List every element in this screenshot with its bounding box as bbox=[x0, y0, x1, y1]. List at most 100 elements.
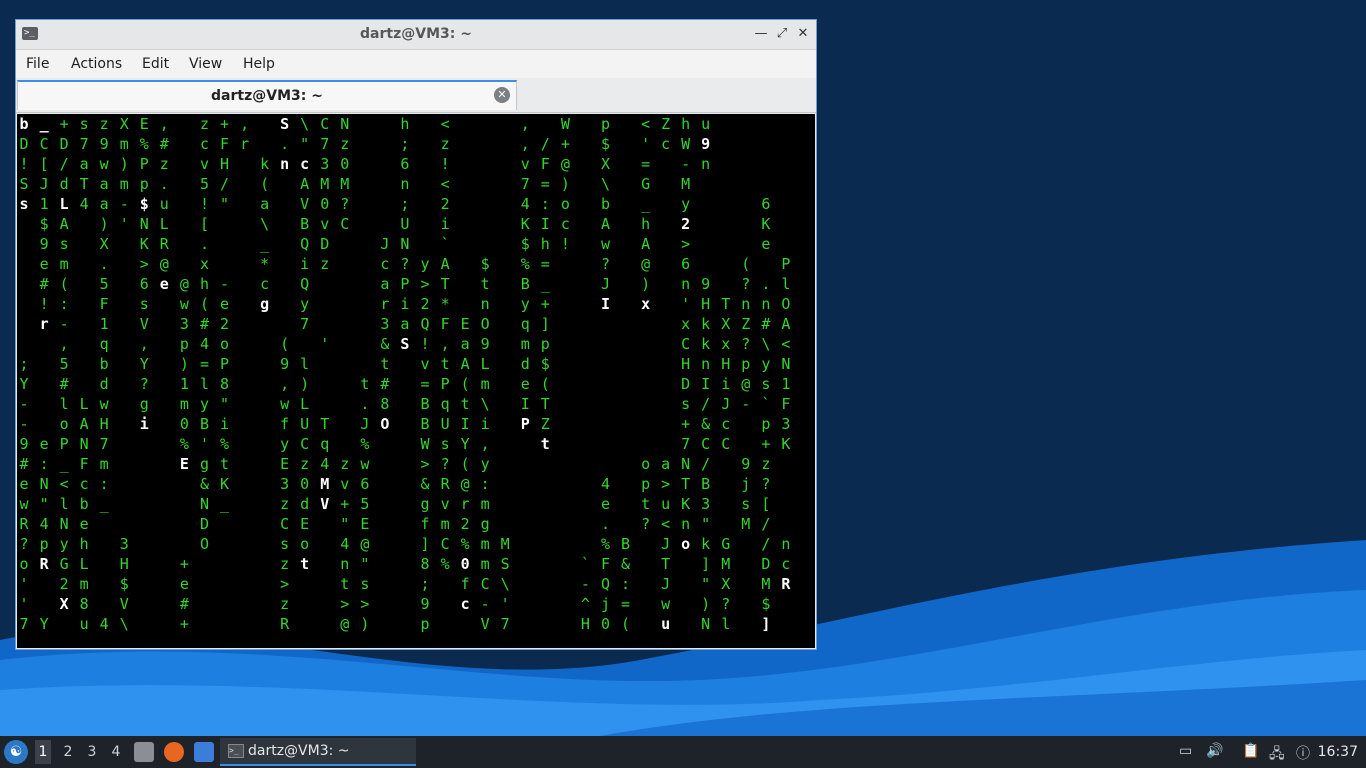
matrix-char: ? bbox=[340, 195, 349, 213]
matrix-char: @ bbox=[461, 475, 470, 493]
matrix-char: $ bbox=[761, 595, 770, 613]
matrix-char: O bbox=[781, 295, 790, 313]
workspace-3[interactable]: 3 bbox=[84, 744, 100, 760]
matrix-char: ) bbox=[561, 175, 570, 193]
matrix-char: ? bbox=[140, 375, 149, 393]
matrix-char: u bbox=[701, 115, 710, 133]
matrix-char: t bbox=[380, 355, 389, 373]
menu-edit[interactable]: Edit bbox=[142, 56, 169, 72]
matrix-char: k bbox=[701, 335, 710, 353]
minimize-icon[interactable]: — bbox=[752, 25, 770, 43]
matrix-rain-text: b _ + s z X E, z +, S \ C Nh <, Wp < Zh uD C D 7 9 m% # c Fr. " 7 z;… bbox=[19, 115, 791, 633]
menu-view[interactable]: View bbox=[189, 56, 222, 72]
matrix-char: N bbox=[400, 235, 409, 253]
matrix-char: + bbox=[541, 295, 550, 313]
matrix-char: Y bbox=[461, 435, 470, 453]
volume-icon[interactable]: 🔊 bbox=[1206, 743, 1223, 759]
matrix-char: % bbox=[441, 555, 450, 573]
file-manager-icon[interactable] bbox=[134, 742, 154, 762]
maximize-icon[interactable]: ⤢ bbox=[773, 25, 791, 43]
window-titlebar[interactable]: >_ dartz@VM3: ~ — ⤢ ✕ bbox=[16, 20, 816, 50]
matrix-char: , bbox=[521, 135, 530, 153]
clipboard-icon[interactable]: 📋 bbox=[1242, 743, 1259, 759]
matrix-char: o bbox=[681, 535, 690, 553]
matrix-char: p bbox=[180, 335, 189, 353]
matrix-char: 8 bbox=[420, 555, 429, 573]
matrix-char: C bbox=[40, 135, 49, 153]
matrix-char: 1 bbox=[100, 315, 109, 333]
matrix-char: F bbox=[80, 455, 89, 473]
taskbar-terminal-item[interactable]: >_ dartz@VM3: ~ bbox=[220, 738, 416, 766]
matrix-char: . bbox=[100, 255, 109, 273]
matrix-char: 3 bbox=[380, 315, 389, 333]
terminal-window[interactable]: >_ dartz@VM3: ~ — ⤢ ✕ File Actions Edit … bbox=[15, 19, 817, 650]
notification-icon[interactable]: ⓘ bbox=[1296, 743, 1310, 763]
matrix-char: , bbox=[240, 115, 249, 133]
menu-file[interactable]: File bbox=[26, 56, 49, 72]
matrix-char: s bbox=[681, 395, 690, 413]
matrix-char: O bbox=[200, 535, 209, 553]
matrix-char: . bbox=[761, 275, 770, 293]
matrix-char: [ bbox=[200, 215, 209, 233]
matrix-char: ` bbox=[761, 395, 770, 413]
matrix-char: 9 bbox=[100, 135, 109, 153]
matrix-char: G bbox=[641, 175, 650, 193]
matrix-char: A bbox=[781, 315, 790, 333]
clock[interactable]: 16:37 bbox=[1318, 744, 1358, 760]
matrix-char: a bbox=[100, 195, 109, 213]
matrix-char: _ bbox=[260, 235, 270, 253]
show-desktop-icon[interactable] bbox=[194, 742, 214, 762]
matrix-char: _ bbox=[40, 115, 50, 133]
matrix-char: \ bbox=[481, 395, 490, 413]
matrix-char: C bbox=[701, 435, 710, 453]
matrix-char: D bbox=[320, 235, 329, 253]
matrix-char: e bbox=[180, 575, 189, 593]
workspace-4[interactable]: 4 bbox=[108, 744, 124, 760]
firefox-icon[interactable] bbox=[164, 742, 184, 762]
matrix-char: W bbox=[681, 135, 691, 153]
matrix-char: @ bbox=[641, 255, 650, 273]
workspace-1[interactable]: 1 bbox=[35, 740, 51, 764]
tab-terminal[interactable]: dartz@VM3: ~ ✕ bbox=[17, 80, 517, 110]
matrix-char: j bbox=[601, 595, 610, 613]
menu-help[interactable]: Help bbox=[243, 56, 275, 72]
matrix-char: w bbox=[601, 235, 611, 253]
matrix-char: w bbox=[100, 155, 110, 173]
matrix-char: ( bbox=[741, 255, 750, 273]
matrix-char: ? bbox=[761, 475, 770, 493]
matrix-char: , bbox=[160, 115, 169, 133]
matrix-char: N bbox=[60, 515, 69, 533]
menu-actions[interactable]: Actions bbox=[71, 56, 122, 72]
matrix-char: ` bbox=[441, 235, 450, 253]
matrix-char: S bbox=[501, 555, 510, 573]
matrix-char: C bbox=[481, 575, 490, 593]
matrix-char: ) bbox=[180, 355, 189, 373]
close-icon[interactable]: ✕ bbox=[794, 25, 812, 43]
workspace-2[interactable]: 2 bbox=[60, 744, 76, 760]
matrix-char: 9 bbox=[741, 455, 750, 473]
battery-icon[interactable]: ▭ bbox=[1179, 743, 1192, 759]
matrix-char: @ bbox=[180, 275, 189, 293]
matrix-char: F bbox=[781, 395, 790, 413]
start-menu-icon[interactable]: ☯ bbox=[4, 740, 28, 764]
matrix-char: I bbox=[541, 215, 550, 233]
network-icon[interactable]: 🖧 bbox=[1269, 743, 1285, 767]
matrix-char: J bbox=[380, 235, 389, 253]
matrix-char: c bbox=[661, 135, 670, 153]
matrix-char: . bbox=[160, 175, 169, 193]
matrix-char: - bbox=[741, 395, 750, 413]
matrix-char: $ bbox=[521, 235, 530, 253]
matrix-char: R bbox=[441, 475, 451, 493]
matrix-char: w bbox=[360, 455, 370, 473]
terminal-output[interactable]: b _ + s z X E, z +, S \ C Nh <, Wp < Zh u D C D 7 9 m% # c Fr. " 7 z;… bbox=[17, 114, 815, 648]
matrix-char: [ bbox=[761, 495, 770, 513]
matrix-char: 5 bbox=[60, 355, 69, 373]
matrix-char: $ bbox=[40, 215, 49, 233]
matrix-char: q bbox=[521, 315, 530, 333]
matrix-char: # bbox=[180, 595, 189, 613]
matrix-char: R bbox=[280, 615, 290, 633]
tab-close-icon[interactable]: ✕ bbox=[494, 87, 510, 103]
matrix-char: z bbox=[100, 115, 109, 133]
matrix-char: c bbox=[380, 255, 389, 273]
matrix-char: p bbox=[541, 335, 550, 353]
